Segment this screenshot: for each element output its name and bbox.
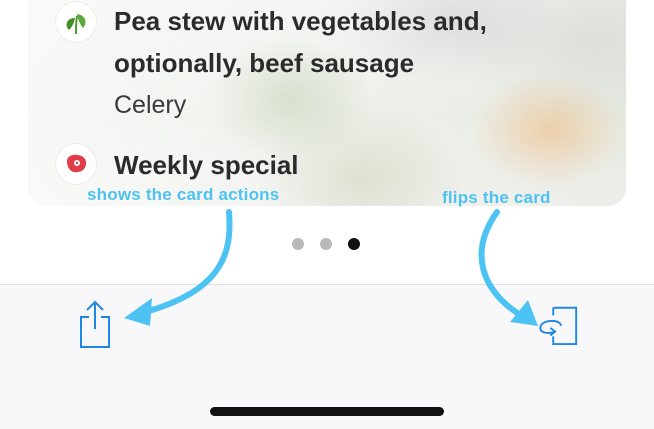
page-dot-active[interactable] xyxy=(348,238,360,250)
menu-item-pea-stew: Pea stew with vegetables and, optionally… xyxy=(56,0,487,126)
share-hint-annotation: shows the card actions xyxy=(87,185,280,204)
page-dot[interactable] xyxy=(320,238,332,250)
item-title-line2: optionally, beef sausage xyxy=(114,48,415,78)
leaf-icon xyxy=(56,2,96,42)
share-button[interactable] xyxy=(73,299,117,349)
home-indicator[interactable] xyxy=(210,407,444,416)
screen: Pea stew with vegetables and, optionally… xyxy=(0,0,654,429)
flip-hint-annotation: flips the card xyxy=(442,188,551,207)
flip-card-icon xyxy=(539,306,578,346)
menu-item-weekly-special: Weekly special xyxy=(56,144,299,186)
item-allergen: Celery xyxy=(114,91,187,119)
page-dot[interactable] xyxy=(292,238,304,250)
meat-icon xyxy=(56,144,96,184)
page-indicator[interactable] xyxy=(292,238,360,250)
share-icon xyxy=(80,300,110,348)
flip-card-button[interactable] xyxy=(536,299,580,349)
item-title: Weekly special xyxy=(114,150,299,180)
dish-card[interactable]: Pea stew with vegetables and, optionally… xyxy=(28,0,626,206)
item-title-line1: Pea stew with vegetables and, xyxy=(114,6,487,36)
